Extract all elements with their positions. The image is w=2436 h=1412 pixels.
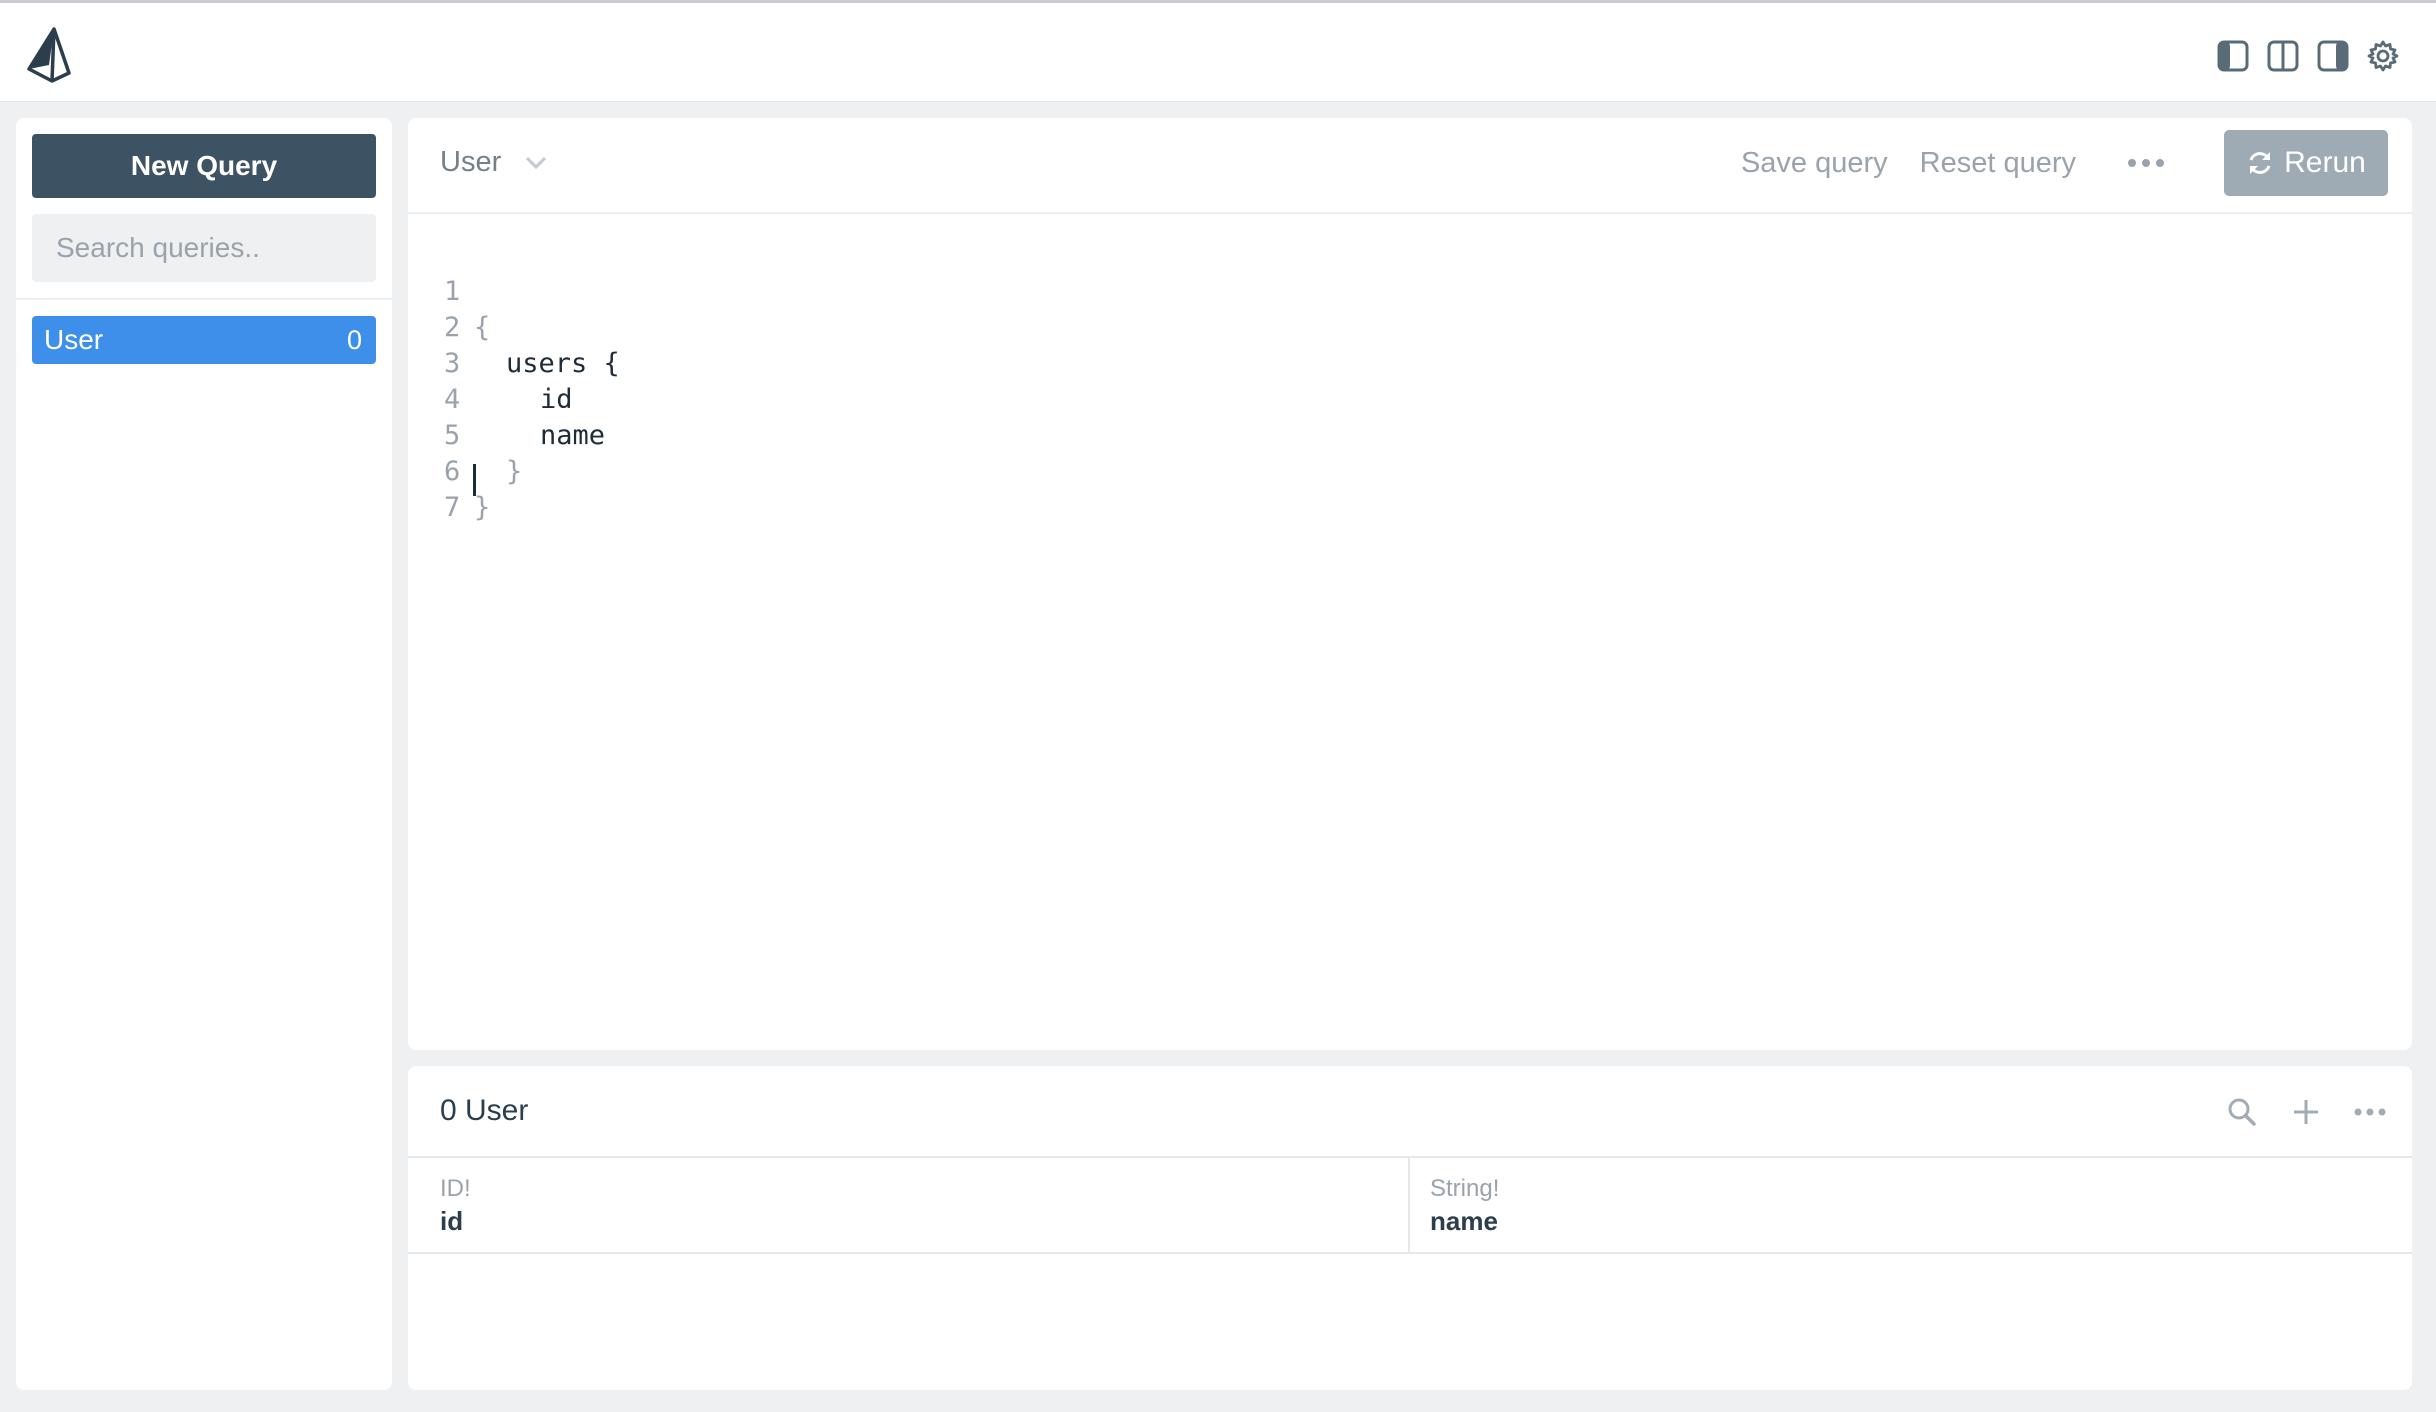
prisma-logo-icon xyxy=(27,27,71,83)
search-queries-input[interactable] xyxy=(32,214,376,282)
reset-query-button[interactable]: Reset query xyxy=(1920,147,2076,180)
code-text: } xyxy=(506,456,523,487)
code-line: 1 { xyxy=(408,238,506,343)
text-cursor xyxy=(473,464,476,496)
search-icon[interactable] xyxy=(2224,1096,2260,1128)
sidebar: New Query User 0 xyxy=(16,118,392,1390)
sidebar-right-icon[interactable] xyxy=(2316,39,2350,73)
split-view-icon[interactable] xyxy=(2266,39,2300,73)
results-panel: 0 User ID! id String! name xyxy=(408,1066,2412,1390)
column-type: ID! xyxy=(440,1175,471,1202)
chevron-down-icon xyxy=(526,156,547,169)
refresh-icon xyxy=(2249,152,2271,174)
sidebar-item-user[interactable]: User 0 xyxy=(32,316,376,364)
column-header-id[interactable]: ID! id xyxy=(408,1158,1410,1254)
sidebar-left-icon[interactable] xyxy=(2216,39,2250,73)
code-line: 4 name xyxy=(408,346,605,451)
layout-toggle-group xyxy=(2216,39,2400,73)
code-line: 5 } xyxy=(408,382,522,487)
query-selector[interactable]: User xyxy=(440,146,547,179)
save-query-button[interactable]: Save query xyxy=(1741,147,1888,180)
code-editor[interactable]: 1 { 2 users { 3 id 4 name 5 } 6 } 7 xyxy=(408,238,2412,938)
code-line: 3 id xyxy=(408,310,573,415)
sidebar-item-count: 0 xyxy=(346,324,362,355)
results-title: 0 User xyxy=(440,1094,529,1127)
sidebar-divider xyxy=(16,298,392,300)
more-options-icon[interactable] xyxy=(2122,148,2170,178)
column-name: name xyxy=(1430,1206,1498,1236)
column-type: String! xyxy=(1430,1175,1500,1202)
column-header-name[interactable]: String! name xyxy=(1410,1158,2412,1254)
editor-actions: Save query Reset query Rerun xyxy=(1741,130,2388,196)
add-icon[interactable] xyxy=(2288,1096,2324,1128)
gear-icon[interactable] xyxy=(2366,39,2400,73)
rerun-button[interactable]: Rerun xyxy=(2224,130,2388,196)
code-line: 6 } xyxy=(408,418,506,523)
code-text: id xyxy=(540,384,573,415)
code-line: 7 xyxy=(408,454,506,523)
line-number: 7 xyxy=(444,492,461,523)
code-text: name xyxy=(540,420,606,451)
column-name: id xyxy=(440,1206,464,1236)
sidebar-item-label: User xyxy=(44,324,104,355)
query-editor-panel: User Save query Reset query Rerun 1 {2 … xyxy=(408,118,2412,1050)
editor-header: User Save query Reset query Rerun xyxy=(408,118,2412,214)
query-name: User xyxy=(440,146,502,178)
results-actions xyxy=(2224,1096,2388,1128)
results-header: 0 User xyxy=(408,1066,2412,1158)
top-bar xyxy=(0,0,2436,102)
new-query-button[interactable]: New Query xyxy=(32,134,376,198)
rerun-label: Rerun xyxy=(2284,146,2366,179)
more-options-icon[interactable] xyxy=(2352,1096,2388,1128)
code-text: users { xyxy=(506,348,620,379)
code-line: 2 users { xyxy=(408,274,620,379)
